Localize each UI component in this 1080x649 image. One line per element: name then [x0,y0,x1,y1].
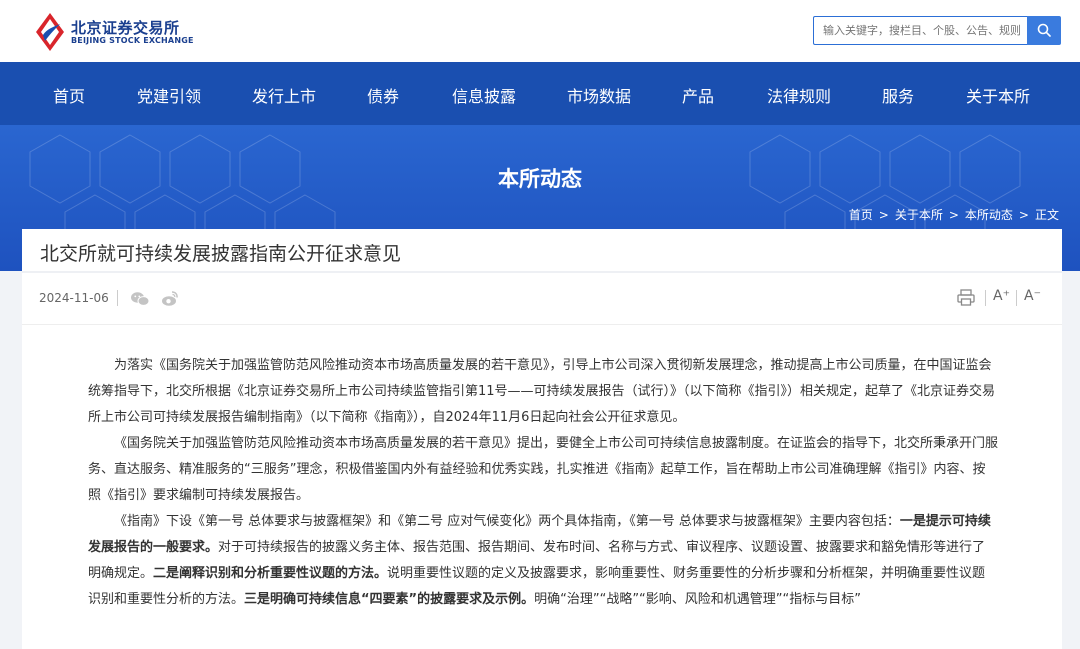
nav-item-home[interactable]: 首页 [53,83,85,107]
article-body: 为落实《国务院关于加强监管防范风险推动资本市场高质量发展的若干意见》，引导上市公… [88,353,998,613]
top-bar: 北京证券交易所 BEIJING STOCK EXCHANGE [0,0,1080,62]
paragraph-text: 《国务院关于加强监管防范风险推动资本市场高质量发展的若干意见》提出，要健全上市公… [88,436,999,503]
article-title-bar: 北交所就可持续发展披露指南公开征求意见 [22,229,1062,271]
breadcrumb-separator: > [948,208,959,222]
breadcrumb: 首页 > 关于本所 > 本所动态 > 正文 [846,206,1062,223]
breadcrumb-separator: > [1018,208,1029,222]
font-increase-button[interactable]: A⁺ [993,288,1010,304]
divider [117,290,118,306]
paragraph-text: 为落实《国务院关于加强监管防范风险推动资本市场高质量发展的若干意见》，引导上市公… [88,358,996,425]
breadcrumb-news[interactable]: 本所动态 [965,208,1013,222]
article-paragraph: 《指南》下设《第一号 总体要求与披露框架》和《第二号 应对气候变化》两个具体指南… [88,509,998,613]
paragraph-highlight: 三是明确可持续信息“四要素”的披露要求及示例。 [244,592,535,607]
nav-item-party[interactable]: 党建引领 [137,83,201,107]
article-paragraph: 《国务院关于加强监管防范风险推动资本市场高质量发展的若干意见》提出，要健全上市公… [88,431,998,509]
nav-item-bonds[interactable]: 债券 [367,83,399,107]
search-input[interactable] [813,16,1027,45]
search-button[interactable] [1027,16,1061,45]
logo-text-cn: 北京证券交易所 [71,19,180,37]
search-box [813,16,1061,45]
nav-item-listing[interactable]: 发行上市 [252,83,316,107]
article-date: 2024-11-06 [39,291,109,305]
wechat-icon[interactable] [130,291,150,307]
nav-item-products[interactable]: 产品 [682,83,714,107]
article-meta-bar: 2024-11-06 A⁺ A⁻ [22,273,1062,325]
breadcrumb-home[interactable]: 首页 [849,208,873,222]
paragraph-text: 明确“治理”“战略”“影响、风险和机遇管理”“指标与目标” [534,592,861,607]
print-icon[interactable] [957,289,975,306]
banner-title: 本所动态 [498,167,582,191]
nav-item-disclosure[interactable]: 信息披露 [452,83,516,107]
breadcrumb-current: 正文 [1034,208,1059,222]
search-icon [1037,23,1051,37]
weibo-icon[interactable] [161,290,179,307]
bse-logo-icon [36,13,64,51]
nav-item-market-data[interactable]: 市场数据 [567,83,631,107]
main-nav: 首页 党建引领 发行上市 债券 信息披露 市场数据 产品 法律规则 服务 关于本… [0,62,1080,125]
nav-item-rules[interactable]: 法律规则 [767,83,831,107]
breadcrumb-about[interactable]: 关于本所 [895,208,943,222]
font-decrease-button[interactable]: A⁻ [1024,288,1041,304]
article-paragraph: 为落实《国务院关于加强监管防范风险推动资本市场高质量发展的若干意见》，引导上市公… [88,353,998,431]
article-title: 北交所就可持续发展披露指南公开征求意见 [40,243,402,265]
site-logo[interactable]: 北京证券交易所 BEIJING STOCK EXCHANGE [33,11,193,53]
breadcrumb-separator: > [878,208,889,222]
paragraph-text: 《指南》下设《第一号 总体要求与披露框架》和《第二号 应对气候变化》两个具体指南… [114,514,900,529]
nav-item-services[interactable]: 服务 [882,83,914,107]
nav-item-about[interactable]: 关于本所 [966,83,1030,107]
paragraph-highlight: 二是阐释识别和分析重要性议题的方法。 [153,566,388,581]
logo-text-en: BEIJING STOCK EXCHANGE [71,36,194,45]
divider [985,290,986,306]
divider [1016,290,1017,306]
article-card: 北交所就可持续发展披露指南公开征求意见 2024-11-06 A⁺ A⁻ 为落实… [22,229,1062,649]
